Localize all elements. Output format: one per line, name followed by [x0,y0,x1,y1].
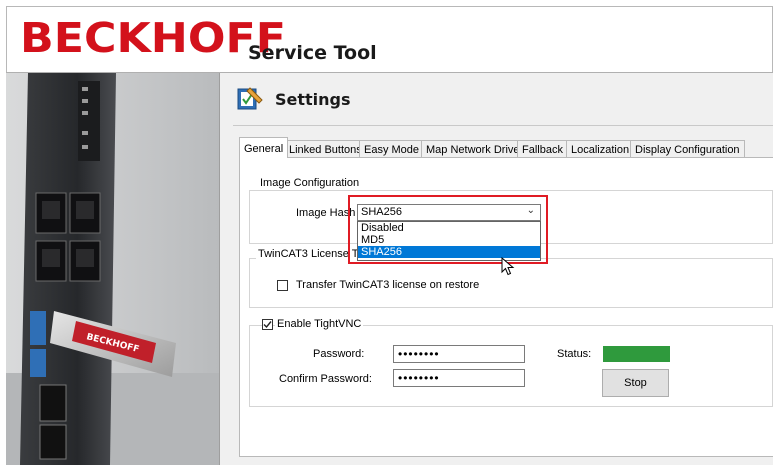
settings-icon [236,84,264,112]
transfer-license-label: Transfer TwinCAT3 license on restore [296,279,480,291]
tightvnc-group [249,325,773,407]
password-label: Password: [313,348,365,360]
device-image-panel: BECKHOFF [6,73,220,465]
tab-easy-mode[interactable]: Easy Mode [359,140,425,157]
mouse-cursor-icon [501,257,515,276]
status-label: Status: [557,348,592,360]
password-field[interactable]: •••••••• [393,345,525,363]
stop-button[interactable]: Stop [602,369,669,397]
device-illustration: BECKHOFF [6,73,219,465]
transfer-license-checkbox[interactable] [277,280,288,291]
status-indicator [603,346,670,362]
tab-map-network-drive[interactable]: Map Network Drive [421,140,525,157]
app-title: Service Tool [248,42,377,64]
beckhoff-logo: BECKHOFF [20,14,287,62]
image-configuration-label: Image Configuration [258,177,362,189]
tab-fallback[interactable]: Fallback [517,140,568,157]
tab-linked-buttons[interactable]: Linked Buttons [284,140,367,157]
tab-display-configuration[interactable]: Display Configuration [630,140,745,157]
confirm-password-label: Confirm Password: [279,373,372,385]
highlight-box [348,195,548,264]
title-divider [233,125,773,126]
tab-localization[interactable]: Localization [566,140,635,157]
image-hash-label: Image Hash [296,207,356,219]
checkmark-icon [263,321,272,329]
confirm-password-field[interactable]: •••••••• [393,369,525,387]
tab-general[interactable]: General [239,137,289,158]
page-title: Settings [275,90,351,109]
enable-tightvnc-checkbox[interactable] [262,319,273,330]
enable-tightvnc-label: Enable TightVNC [275,318,364,330]
